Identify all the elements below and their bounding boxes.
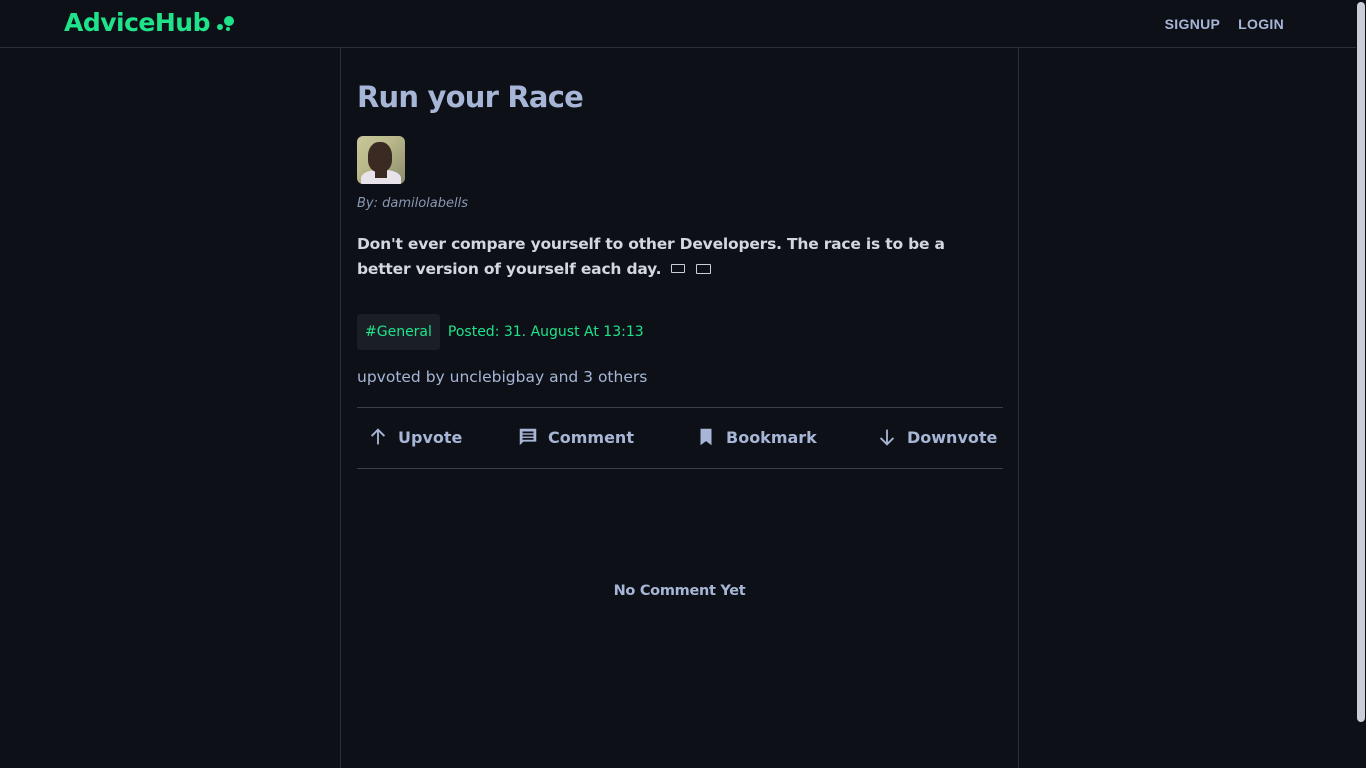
top-navbar: AdviceHub SIGNUP LOGIN — [0, 0, 1366, 48]
signup-link[interactable]: SIGNUP — [1165, 16, 1220, 32]
upvote-label: Upvote — [398, 427, 463, 447]
laptop-icon — [670, 264, 685, 273]
bookmark-label: Bookmark — [726, 427, 817, 447]
page-scrollbar[interactable] — [1356, 0, 1366, 768]
post-container: Run your Race By: damilolabells Don't ev… — [340, 48, 1019, 768]
downvote-label: Downvote — [907, 427, 998, 447]
desktop-computer-icon — [695, 263, 711, 274]
logo-text: AdviceHub — [64, 8, 211, 37]
scrollbar-thumb[interactable] — [1357, 2, 1365, 722]
downvote-button[interactable]: Downvote — [876, 426, 997, 448]
upvote-button[interactable]: Upvote — [367, 426, 462, 448]
post-body: Don't ever compare yourself to other Dev… — [357, 232, 977, 282]
logo-dots-icon — [213, 11, 235, 35]
action-bar: Upvote Comment Bookmark Downvote — [357, 407, 1003, 469]
comment-label: Comment — [548, 427, 634, 447]
tag-badge[interactable]: #General — [357, 314, 440, 350]
arrow-up-icon — [370, 428, 386, 445]
logo[interactable]: AdviceHub — [64, 8, 235, 37]
post-title: Run your Race — [357, 80, 584, 114]
no-comments-message: No Comment Yet — [613, 583, 746, 599]
posted-date: Posted: 31. August At 13:13 — [447, 324, 644, 340]
upvoted-by-text: upvoted by unclebigbay and 3 others — [357, 368, 648, 386]
post-meta: #General Posted: 31. August At 13:13 — [357, 314, 644, 350]
nav-links: SIGNUP LOGIN — [1165, 16, 1284, 32]
bookmark-icon — [700, 428, 712, 446]
post-body-text: Don't ever compare yourself to other Dev… — [357, 235, 945, 278]
comment-icon — [519, 428, 537, 446]
comment-button[interactable]: Comment — [517, 426, 634, 448]
arrow-down-icon — [879, 429, 895, 446]
login-link[interactable]: LOGIN — [1238, 16, 1284, 32]
author-avatar[interactable] — [357, 136, 405, 184]
bookmark-button[interactable]: Bookmark — [695, 426, 817, 448]
author-byline: By: damilolabells — [357, 196, 469, 211]
